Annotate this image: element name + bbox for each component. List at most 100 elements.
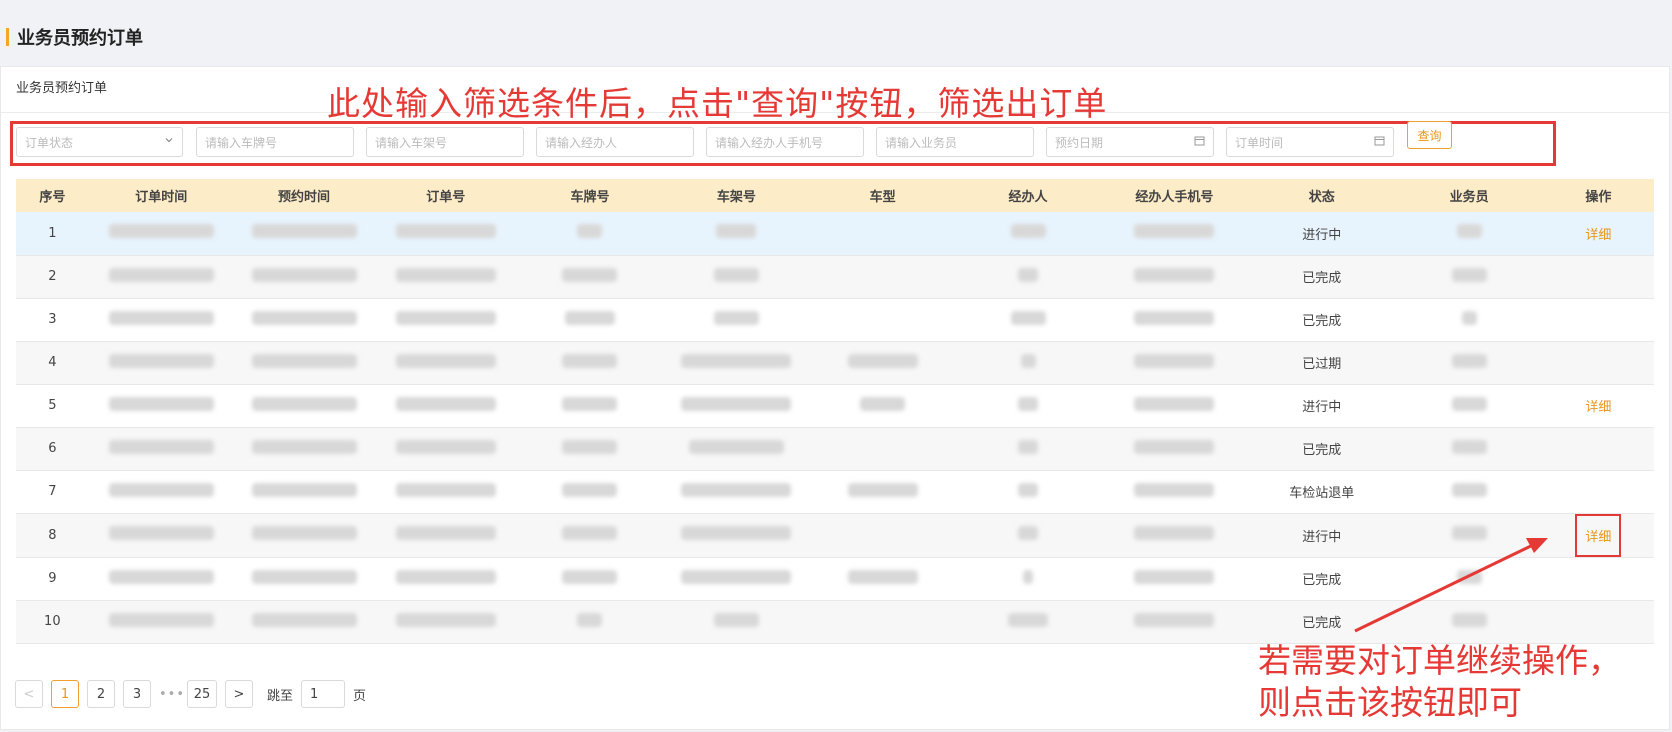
redacted-value: [577, 224, 603, 239]
cell-agent-phone: [1100, 298, 1249, 342]
redacted-value: [847, 482, 918, 497]
cell-plate: [517, 255, 663, 299]
cell-model: [810, 255, 956, 299]
cell-agent-phone: [1100, 427, 1249, 471]
cell-appointment-time: [233, 255, 375, 299]
redacted-value: [681, 353, 792, 368]
redacted-value: [1134, 267, 1215, 282]
redacted-value: [1134, 612, 1215, 627]
col-header-agent-phone: 经办人手机号: [1100, 179, 1249, 212]
orders-card: 业务员预约订单 此处输入筛选条件后，点击"查询"按钮，筛选出订单 订单状态 请输…: [0, 66, 1670, 730]
cell-vin: [662, 557, 811, 601]
detail-link[interactable]: 详细: [1585, 400, 1611, 415]
title-accent-bar: [6, 28, 9, 46]
cell-vin: [662, 384, 811, 428]
redacted-value: [716, 224, 757, 239]
page-button-last[interactable]: 25: [187, 680, 217, 708]
cell-no: 3: [16, 298, 89, 342]
vin-input[interactable]: 请输入车架号: [366, 127, 524, 157]
cell-action: [1542, 557, 1654, 601]
redacted-value: [108, 267, 214, 282]
cell-no: 9: [16, 557, 89, 601]
cell-vin: [662, 600, 811, 644]
pagination-ellipsis[interactable]: •••: [159, 687, 184, 702]
redacted-value: [1134, 353, 1215, 368]
cell-no: 6: [16, 427, 89, 471]
plate-number-input[interactable]: 请输入车牌号: [196, 127, 354, 157]
cell-no: 2: [16, 255, 89, 299]
cell-vin: [662, 298, 811, 342]
cell-agent-phone: [1100, 384, 1249, 428]
redacted-value: [1134, 439, 1215, 454]
cell-vin: [662, 212, 811, 256]
agent-input[interactable]: 请输入经办人: [536, 127, 694, 157]
col-header-status: 状态: [1248, 179, 1396, 212]
redacted-value: [1010, 224, 1046, 239]
table-row: 8 进行中 详细: [16, 513, 1654, 558]
cell-appointment-time: [233, 341, 375, 385]
redacted-value: [1451, 482, 1487, 497]
cell-status: 已完成: [1248, 600, 1396, 644]
agent-phone-input[interactable]: 请输入经办人手机号: [706, 127, 864, 157]
jump-page-input[interactable]: [301, 680, 346, 708]
page-button-1[interactable]: 1: [51, 680, 79, 708]
col-header-vin: 车架号: [662, 179, 811, 212]
redacted-value: [395, 482, 496, 497]
cell-agent-phone: [1100, 255, 1249, 299]
redacted-value: [251, 310, 357, 325]
redacted-value: [108, 569, 214, 584]
cell-agent-phone: [1100, 557, 1249, 601]
page-suffix-label: 页: [353, 688, 367, 704]
cell-action: [1542, 255, 1654, 299]
order-status-select[interactable]: 订单状态: [16, 127, 183, 157]
redacted-value: [395, 267, 496, 282]
cell-vin: [662, 470, 811, 514]
redacted-value: [395, 310, 496, 325]
redacted-value: [395, 439, 496, 454]
cell-action: 详细: [1542, 513, 1654, 558]
col-header-appointment-time: 预约时间: [233, 179, 375, 212]
page-title: 业务员预约订单: [17, 28, 143, 49]
redacted-value: [562, 267, 618, 282]
appointment-date-picker[interactable]: 预约日期: [1046, 127, 1214, 157]
cell-order-time: [88, 341, 234, 385]
redacted-value: [1134, 569, 1215, 584]
query-button[interactable]: 查询: [1407, 121, 1452, 149]
page-button-3[interactable]: 3: [123, 680, 151, 708]
redacted-value: [1451, 396, 1487, 411]
redacted-value: [395, 353, 496, 368]
order-time-picker[interactable]: 订单时间: [1226, 127, 1394, 157]
cell-appointment-time: [233, 212, 375, 256]
detail-link[interactable]: 详细: [1585, 530, 1611, 545]
cell-order-time: [88, 255, 234, 299]
cell-agent: [955, 255, 1101, 299]
cell-vin: [662, 255, 811, 299]
cell-vin: [662, 341, 811, 385]
redacted-value: [251, 612, 357, 627]
redacted-value: [1018, 267, 1038, 282]
salesman-input[interactable]: 请输入业务员: [876, 127, 1034, 157]
table-header-row: 序号 订单时间 预约时间 订单号 车牌号 车架号 车型 经办人 经办人手机号 状…: [16, 179, 1654, 212]
next-page-button[interactable]: >: [225, 680, 253, 708]
redacted-value: [1008, 612, 1048, 627]
cell-action: 详细: [1542, 384, 1654, 428]
page-button-2[interactable]: 2: [87, 680, 115, 708]
redacted-value: [681, 569, 792, 584]
cell-appointment-time: [233, 298, 375, 342]
prev-page-button[interactable]: <: [15, 680, 43, 708]
cell-plate: [517, 427, 663, 471]
cell-salesman: [1395, 384, 1543, 428]
detail-link[interactable]: 详细: [1585, 228, 1611, 243]
redacted-value: [860, 396, 906, 411]
cell-model: [810, 298, 956, 342]
cell-appointment-time: [233, 470, 375, 514]
col-header-salesman: 业务员: [1395, 179, 1543, 212]
cell-order-no: [374, 513, 518, 558]
col-header-model: 车型: [810, 179, 956, 212]
cell-salesman: [1395, 255, 1543, 299]
cell-order-no: [374, 600, 518, 644]
cell-no: 4: [16, 341, 89, 385]
redacted-value: [251, 569, 357, 584]
redacted-value: [108, 439, 214, 454]
cell-status: 进行中: [1248, 513, 1396, 558]
